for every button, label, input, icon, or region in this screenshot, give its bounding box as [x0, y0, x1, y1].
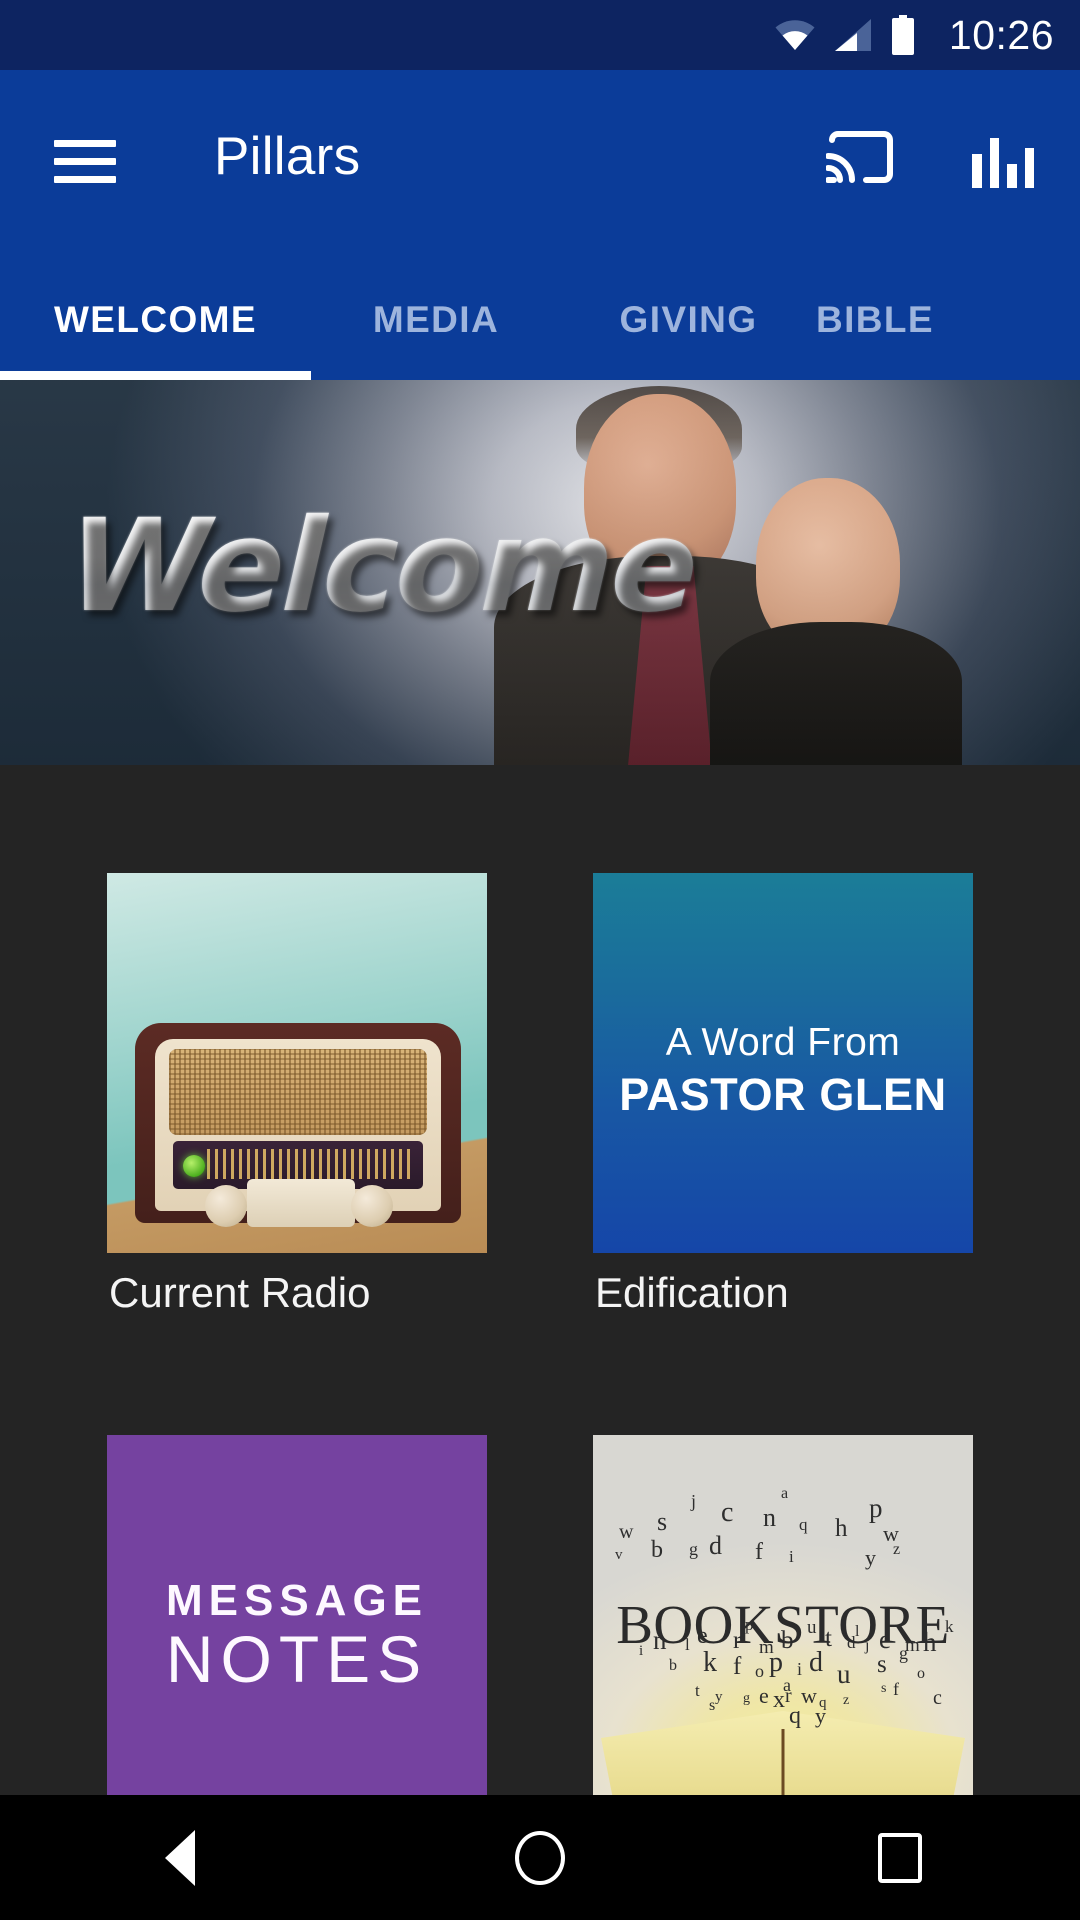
page-title: Pillars: [214, 127, 361, 186]
recents-square-icon: [878, 1832, 922, 1883]
wifi-icon: [774, 19, 816, 51]
status-bar: 10:26: [0, 0, 1080, 70]
tile-image-text-line2: PASTOR GLEN: [619, 1069, 947, 1120]
tile-grid: Current Radio A Word From PASTOR GLEN Ed…: [0, 765, 1080, 1795]
tab-welcome[interactable]: WELCOME: [0, 260, 311, 380]
status-bar-icons: 10:26: [774, 11, 1054, 58]
tile-image-edification: A Word From PASTOR GLEN: [593, 873, 973, 1253]
tile-image-text-line1: MESSAGE: [165, 1576, 429, 1625]
android-navigation-bar: [0, 1795, 1080, 1920]
back-triangle-icon: [165, 1829, 195, 1886]
tile-image-message-notes: MESSAGE NOTES: [107, 1435, 487, 1795]
status-bar-clock: 10:26: [948, 11, 1054, 58]
recents-button[interactable]: [840, 1795, 960, 1920]
tile-image-current-radio: [107, 873, 487, 1253]
tile-image-text-line2: NOTES: [165, 1622, 429, 1696]
home-circle-icon: [515, 1830, 565, 1885]
cellular-signal-icon: [833, 18, 873, 52]
tile-image-bookstore: w s j c n q a h p w v b g d f i y z n l …: [593, 1435, 973, 1795]
active-tab-indicator: [0, 371, 311, 380]
tile-label-current-radio: Current Radio: [109, 1269, 371, 1316]
hero-banner[interactable]: Welcome: [0, 380, 1080, 765]
back-button[interactable]: [120, 1795, 240, 1920]
app-bar-actions: [825, 126, 1034, 188]
equalizer-icon[interactable]: [972, 126, 1034, 188]
hamburger-menu-icon[interactable]: [54, 132, 116, 188]
cast-icon[interactable]: [825, 128, 896, 186]
app-bar: Pillars: [0, 70, 1080, 260]
hero-overlay: [0, 380, 1080, 765]
tile-image-text-line1: A Word From: [665, 1021, 901, 1064]
tile-label-edification: Edification: [595, 1269, 789, 1316]
tab-bar: WELCOME MEDIA GIVING BIBLE: [0, 260, 1080, 380]
tile-image-text-line1: BOOKSTORE: [616, 1594, 950, 1655]
home-button[interactable]: [480, 1795, 600, 1920]
tab-giving[interactable]: GIVING: [561, 260, 816, 380]
tab-media[interactable]: MEDIA: [311, 260, 561, 380]
tab-bible[interactable]: BIBLE: [816, 260, 1066, 380]
battery-icon: [890, 15, 916, 55]
